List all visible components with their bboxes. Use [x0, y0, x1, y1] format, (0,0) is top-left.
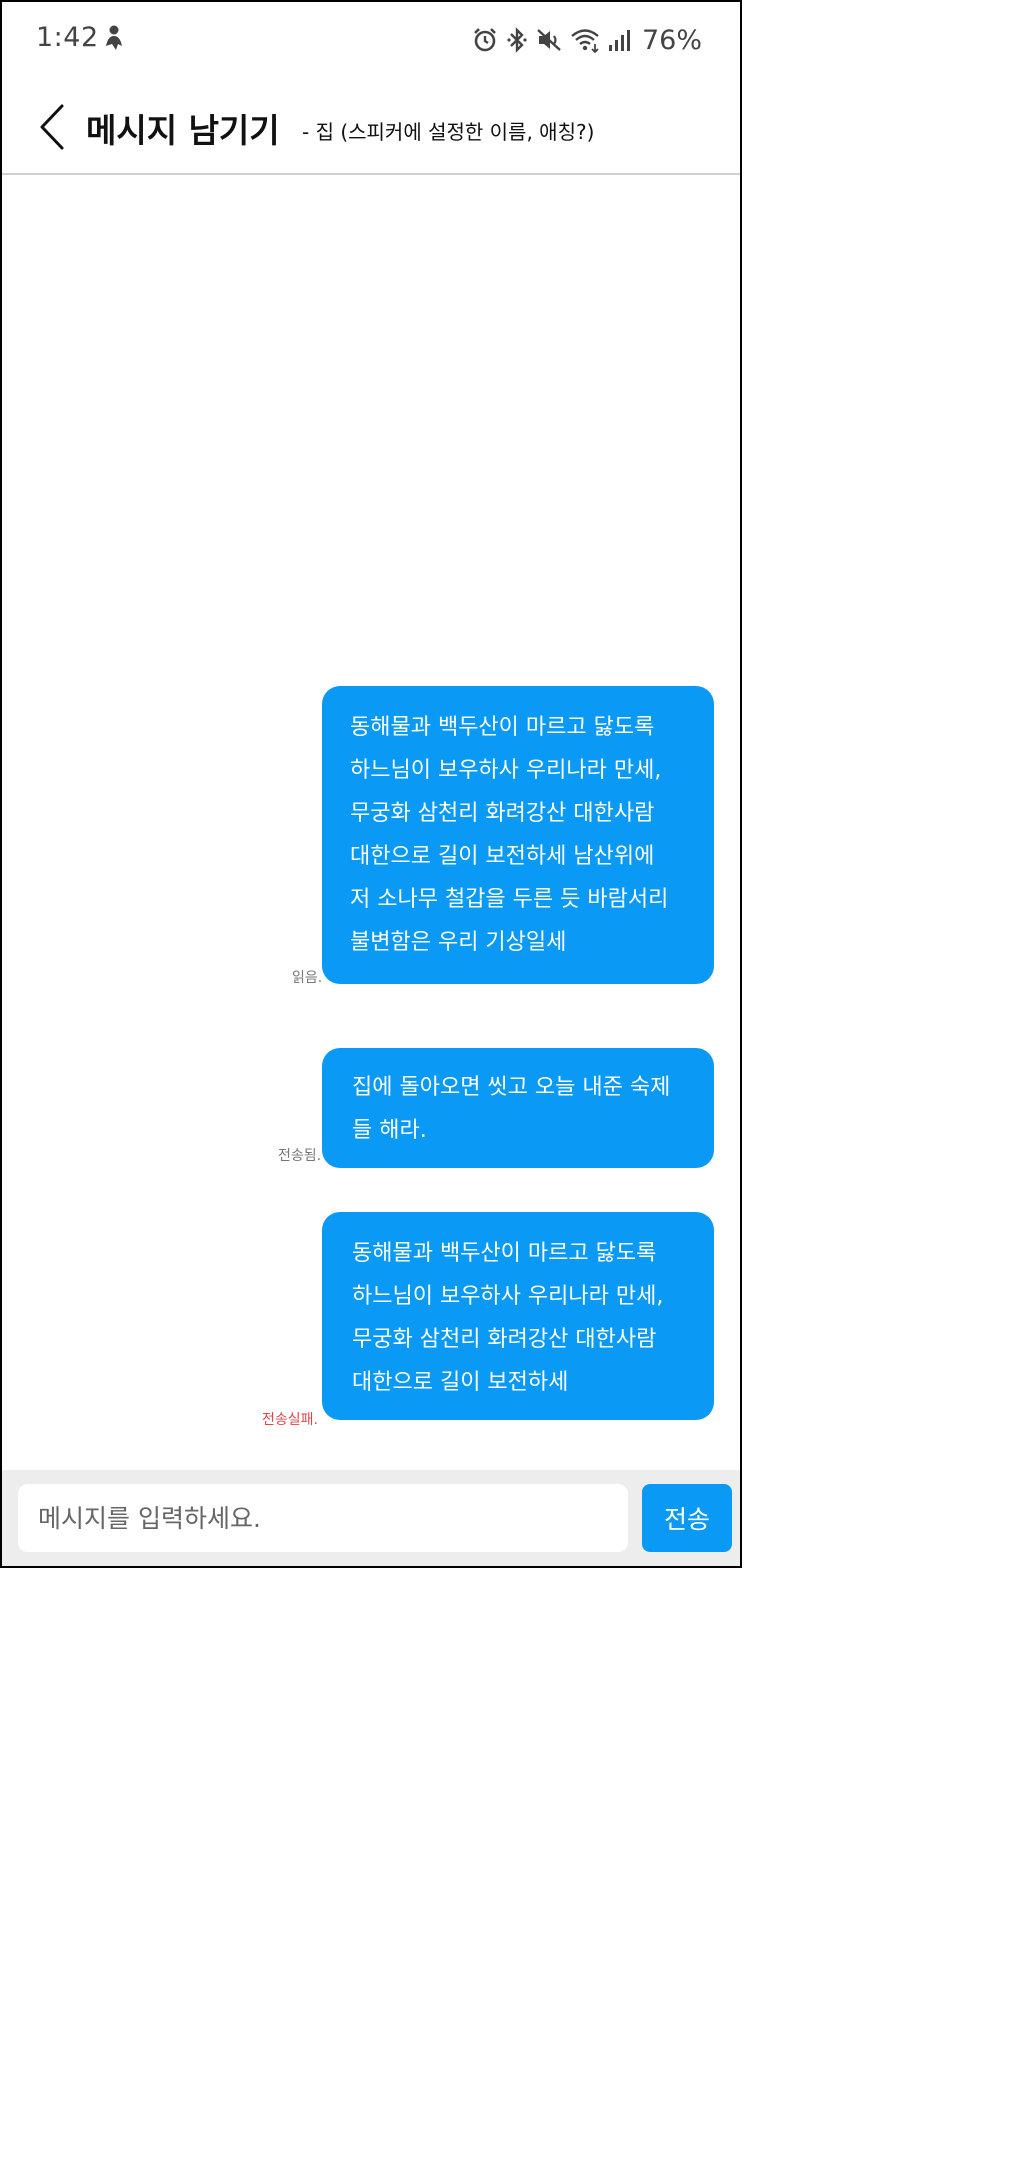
- message-line: 동해물과 백두산이 마르고 닳도록: [350, 715, 655, 740]
- page-title: 메시지 남기기: [86, 111, 280, 150]
- app-frame: 1:42 76% 메시지 남기기 - 집 (스피커에 설정한 이름, 애칭?) …: [0, 0, 742, 1568]
- chevron-left-icon: [40, 104, 64, 150]
- message-item: 동해물과 백두산이 마르고 닳도록 하느님이 보우하사 우리나라 만세, 무궁화…: [322, 686, 714, 984]
- alarm-icon: [472, 27, 498, 53]
- message-line: 대한으로 길이 보전하세: [352, 1370, 569, 1395]
- message-bubble[interactable]: 집에 돌아오면 씻고 오늘 내준 숙제 들 해라.: [322, 1048, 714, 1168]
- message-line: 동해물과 백두산이 마르고 닳도록: [352, 1241, 657, 1266]
- message-status-failed: 전송실패.: [262, 1412, 318, 1428]
- input-bar: 전송: [2, 1470, 740, 1566]
- message-item: 동해물과 백두산이 마르고 닳도록 하느님이 보우하사 우리나라 만세, 무궁화…: [322, 1212, 714, 1420]
- page-subtitle: - 집 (스피커에 설정한 이름, 애칭?): [302, 120, 595, 144]
- status-bar: 1:42 76%: [2, 2, 740, 80]
- chat-area[interactable]: 동해물과 백두산이 마르고 닳도록 하느님이 보우하사 우리나라 만세, 무궁화…: [2, 177, 740, 1474]
- wifi-icon: [570, 27, 600, 53]
- mute-icon: [536, 27, 562, 53]
- message-line: 대한으로 길이 보전하세 남산위에: [350, 844, 655, 869]
- bluetooth-icon: [506, 26, 528, 54]
- message-line: 무궁화 삼천리 화려강산 대한사람: [352, 1327, 657, 1352]
- message-input[interactable]: [18, 1484, 628, 1552]
- message-line: 하느님이 보우하사 우리나라 만세,: [350, 758, 662, 783]
- status-time: 1:42: [36, 22, 99, 53]
- message-line: 불변함은 우리 기상일세: [350, 930, 567, 955]
- send-button[interactable]: 전송: [642, 1484, 732, 1552]
- person-icon: [102, 24, 126, 54]
- message-status-read: 읽음.: [292, 970, 323, 986]
- message-line: 무궁화 삼천리 화려강산 대한사람: [350, 801, 655, 826]
- message-item: 집에 돌아오면 씻고 오늘 내준 숙제 들 해라.: [322, 1048, 714, 1168]
- back-button[interactable]: [32, 102, 72, 152]
- message-status-sent: 전송됨.: [278, 1148, 322, 1164]
- app-header: 메시지 남기기 - 집 (스피커에 설정한 이름, 애칭?): [2, 80, 740, 175]
- battery-percent: 76%: [641, 24, 702, 56]
- message-line: 들 해라.: [352, 1118, 427, 1143]
- signal-icon: [608, 28, 630, 52]
- status-icons: 76%: [472, 20, 702, 60]
- message-bubble[interactable]: 동해물과 백두산이 마르고 닳도록 하느님이 보우하사 우리나라 만세, 무궁화…: [322, 1212, 714, 1420]
- message-line: 하느님이 보우하사 우리나라 만세,: [352, 1284, 664, 1309]
- message-line: 집에 돌아오면 씻고 오늘 내준 숙제: [352, 1075, 671, 1100]
- message-bubble[interactable]: 동해물과 백두산이 마르고 닳도록 하느님이 보우하사 우리나라 만세, 무궁화…: [322, 686, 714, 984]
- message-line: 저 소나무 철갑을 두른 듯 바람서리: [350, 887, 669, 912]
